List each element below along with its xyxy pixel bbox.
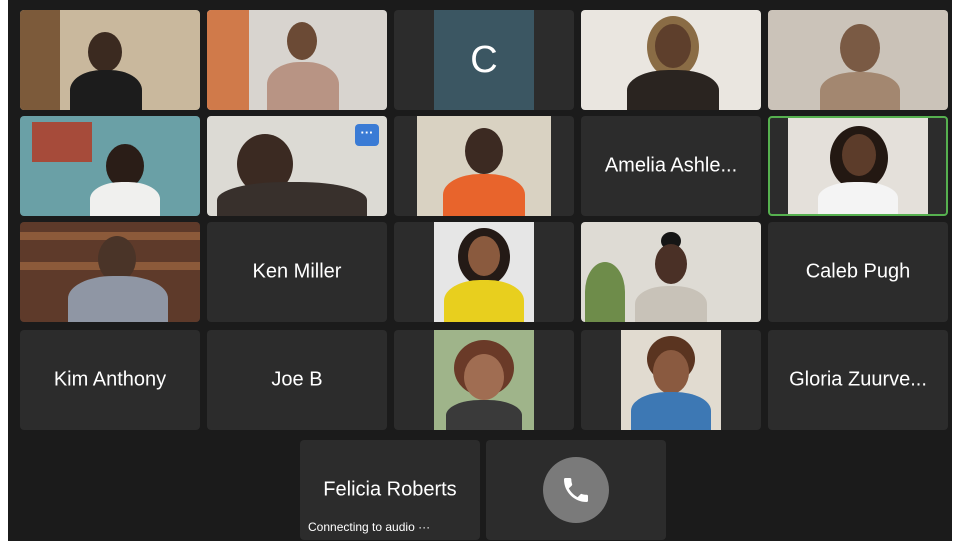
- participant-video: [20, 222, 200, 322]
- participant-tile-active-speaker[interactable]: [768, 116, 948, 216]
- participant-tile-video[interactable]: ···: [207, 116, 387, 216]
- join-audio-button[interactable]: [543, 457, 609, 523]
- participant-tile-name[interactable]: Felicia Roberts Connecting to audio ···: [300, 440, 480, 540]
- participant-video: [417, 116, 551, 216]
- participant-name: Joe B: [271, 368, 323, 391]
- participant-tile-video[interactable]: [207, 10, 387, 110]
- participant-tile-video[interactable]: [394, 330, 574, 430]
- participant-video: [768, 10, 948, 110]
- participant-video: [581, 222, 761, 322]
- participant-video: [434, 222, 534, 322]
- participant-tile-name[interactable]: Ken Miller: [207, 222, 387, 322]
- participant-tile-name[interactable]: Gloria Zuurve...: [768, 330, 948, 430]
- participant-video: [20, 10, 200, 110]
- participant-tile-video[interactable]: [394, 116, 574, 216]
- participant-name: Ken Miller: [252, 260, 342, 283]
- ellipsis-icon: ···: [360, 125, 374, 140]
- participant-name: Amelia Ashle...: [604, 154, 738, 177]
- participant-video: [20, 116, 200, 216]
- participant-tile-video[interactable]: [20, 222, 200, 322]
- participant-name: Felicia Roberts: [323, 478, 457, 501]
- participant-name: Caleb Pugh: [805, 260, 911, 283]
- participant-name: Kim Anthony: [53, 368, 167, 391]
- participant-tile-name[interactable]: Amelia Ashle...: [581, 116, 761, 216]
- participant-avatar: C: [434, 10, 534, 110]
- participant-tile-video[interactable]: [581, 330, 761, 430]
- participant-tile-name[interactable]: Caleb Pugh: [768, 222, 948, 322]
- participant-tile-video[interactable]: [768, 10, 948, 110]
- participant-tile-video[interactable]: [581, 222, 761, 322]
- participant-tile-video[interactable]: [20, 116, 200, 216]
- participant-video: [207, 10, 387, 110]
- participant-tile-name[interactable]: Joe B: [207, 330, 387, 430]
- participant-video: [788, 118, 928, 214]
- more-options-button[interactable]: ···: [355, 124, 379, 146]
- participant-tile-audio[interactable]: [486, 440, 666, 540]
- participant-video: [434, 330, 534, 430]
- participant-video: [621, 330, 721, 430]
- audio-status: Connecting to audio ···: [308, 520, 431, 534]
- participant-name: Gloria Zuurve...: [789, 368, 927, 391]
- video-grid: C ··· Amelia Ashle... Ken Miller Caleb P…: [8, 0, 952, 541]
- participant-tile-video[interactable]: [581, 10, 761, 110]
- participant-tile-initial[interactable]: C: [394, 10, 574, 110]
- participant-video: [581, 10, 761, 110]
- participant-tile-video[interactable]: [20, 10, 200, 110]
- participant-tile-video[interactable]: [394, 222, 574, 322]
- participant-tile-name[interactable]: Kim Anthony: [20, 330, 200, 430]
- phone-icon: [564, 478, 588, 502]
